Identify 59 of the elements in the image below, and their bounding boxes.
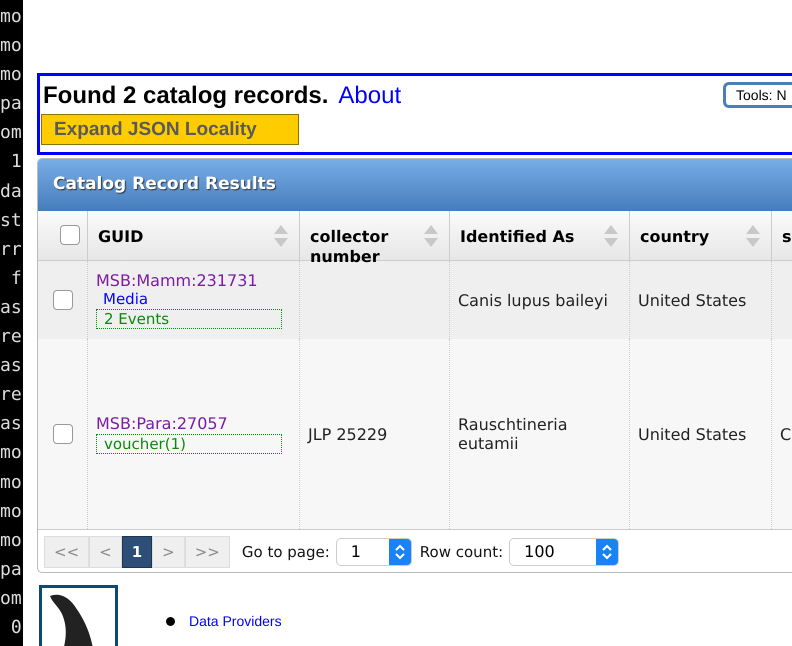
checkbox[interactable] xyxy=(53,424,73,444)
column-header[interactable]: s xyxy=(772,211,792,261)
tools-select[interactable]: Tools: N xyxy=(723,82,792,108)
table-cell: Canis lupus baileyi xyxy=(450,261,630,339)
table-cell: United States xyxy=(630,339,772,529)
terminal-line: pa xyxy=(0,92,22,116)
terminal-line: mo xyxy=(0,63,22,88)
terminal-line: mo xyxy=(0,34,22,58)
media-link[interactable]: Media xyxy=(103,290,148,308)
terminal-line: as xyxy=(0,296,22,320)
footer-link[interactable]: Data Providers xyxy=(189,613,282,629)
rowcount-label: Row count: xyxy=(420,542,504,560)
about-link[interactable]: About xyxy=(338,82,402,110)
column-header[interactable]: collector number xyxy=(300,211,450,261)
terminal-line: 1 xyxy=(10,150,22,174)
goto-label: Go to page: xyxy=(242,542,330,560)
results-count: Found 2 catalog records. xyxy=(43,82,328,110)
sort-icon[interactable] xyxy=(273,224,289,248)
terminal-line: mo xyxy=(0,500,22,524)
page-select[interactable]: 1 xyxy=(336,538,412,566)
column-header[interactable]: country xyxy=(630,211,772,261)
relation-tag[interactable]: 2 Events xyxy=(96,309,282,329)
terminal-line: da xyxy=(0,180,22,204)
stepper-icon[interactable] xyxy=(596,538,618,564)
terminal-line: mo xyxy=(0,470,22,494)
terminal-line: mo xyxy=(0,441,22,466)
terminal-line: om xyxy=(0,121,22,146)
record-link[interactable]: MSB:Mamm:231731 xyxy=(96,271,258,290)
rowcount-select[interactable]: 100 xyxy=(509,538,620,566)
terminal-line: mo xyxy=(0,5,22,29)
sort-icon[interactable] xyxy=(745,224,761,248)
terminal-line: as xyxy=(0,412,22,436)
terminal-line: as xyxy=(0,354,22,378)
table-cell: C xyxy=(772,339,792,529)
column-header[interactable]: GUID xyxy=(88,211,300,261)
panel-title: Catalog Record Results xyxy=(38,159,792,211)
checkbox[interactable] xyxy=(53,290,73,310)
table-cell: JLP 25229 xyxy=(300,339,450,529)
sort-icon[interactable] xyxy=(603,224,619,248)
terminal-line: st xyxy=(0,208,22,233)
expand-button[interactable]: Expand JSON Locality xyxy=(41,114,299,145)
checkbox[interactable] xyxy=(60,225,80,245)
bullet-icon xyxy=(166,616,175,626)
terminal-line: 0 xyxy=(10,616,22,640)
terminal-line: rr xyxy=(0,238,22,262)
stepper-icon[interactable] xyxy=(388,538,411,564)
terminal-line: f xyxy=(10,266,22,291)
terminal-line: re xyxy=(0,383,22,408)
relation-tag[interactable]: voucher(1) xyxy=(96,434,282,454)
table-cell: United States xyxy=(630,261,772,339)
terminal-line: re xyxy=(0,325,22,350)
table-cell: Rauschtineria eutamii xyxy=(450,339,630,529)
terminal-line: pa xyxy=(0,558,22,582)
sort-icon[interactable] xyxy=(423,224,439,248)
column-header[interactable]: Identified As xyxy=(450,211,630,261)
terminal-line: mo xyxy=(0,528,22,553)
pager-button[interactable]: 1 xyxy=(122,536,152,568)
record-link[interactable]: MSB:Para:27057 xyxy=(96,414,228,433)
terminal-line: om xyxy=(0,586,22,611)
